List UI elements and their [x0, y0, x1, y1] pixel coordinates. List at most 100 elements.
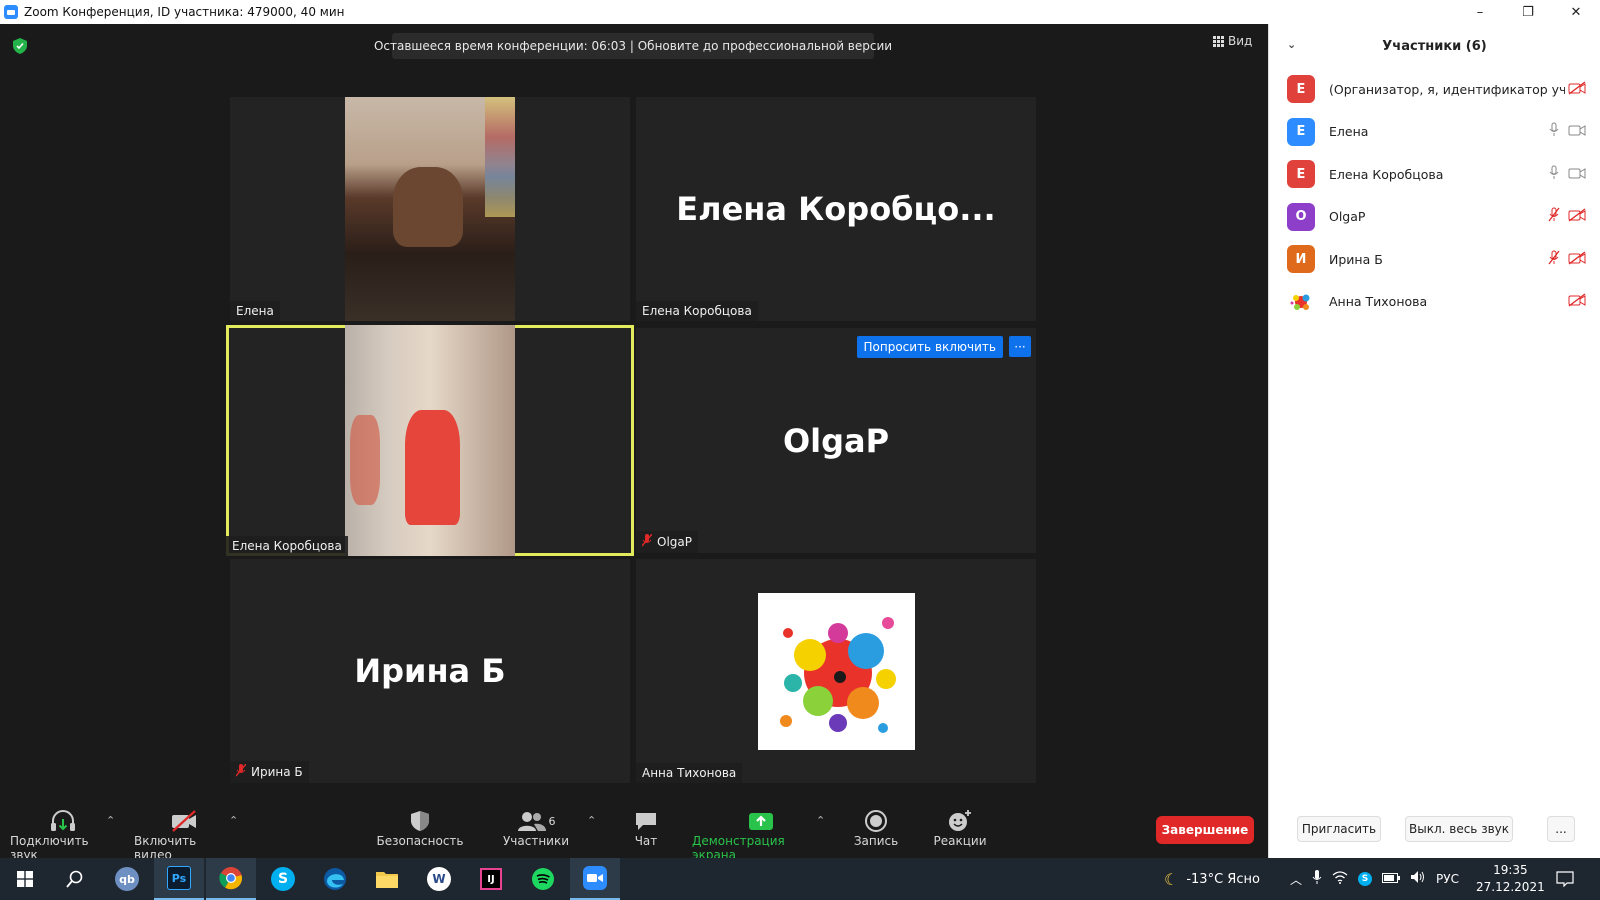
participants-panel: ⌄ Участники (6) Е (Организатор, я, идент…	[1268, 24, 1600, 858]
panel-more-button[interactable]: ...	[1547, 816, 1575, 842]
security-button[interactable]: Безопасность	[376, 808, 464, 848]
end-meeting-button[interactable]: Завершение	[1156, 816, 1254, 844]
weather-text: -13°C Ясно	[1186, 871, 1260, 887]
smiley-plus-icon	[947, 808, 973, 834]
window-controls: – ❐ ✕	[1456, 0, 1600, 24]
tray-overflow-chevron-icon[interactable]: ︿	[1290, 871, 1302, 888]
qbittorrent-icon[interactable]: qb	[102, 858, 152, 900]
video-tile-elena-korobtsova-active[interactable]: Елена Коробцова	[226, 325, 634, 556]
chat-bubble-icon	[634, 808, 658, 834]
video-off-icon	[170, 808, 198, 834]
video-tile-irina[interactable]: Ирина Б Ирина Б	[230, 559, 630, 783]
photoshop-icon[interactable]: Ps	[154, 858, 204, 900]
avatar	[1287, 287, 1315, 316]
chrome-icon[interactable]	[206, 858, 256, 900]
video-off-icon	[1568, 292, 1586, 311]
microphone-tray-icon[interactable]	[1312, 869, 1322, 889]
participant-status-icons	[1548, 153, 1586, 195]
participant-name: Елена	[1329, 124, 1369, 140]
skype-tray-icon[interactable]: S	[1358, 872, 1373, 886]
tile-name-text: Елена Коробцова	[232, 539, 342, 553]
participant-row[interactable]: Анна Тихонова	[1269, 281, 1600, 324]
participant-row[interactable]: Е (Организатор, я, идентификатор участни…	[1269, 68, 1600, 111]
participant-name: (Организатор, я, идентификатор участника…	[1329, 81, 1565, 97]
participant-row[interactable]: O OlgaP	[1269, 196, 1600, 239]
reactions-button[interactable]: Реакции	[930, 808, 990, 848]
participant-row[interactable]: Е Елена Коробцова	[1269, 153, 1600, 196]
participant-video	[345, 97, 515, 321]
participant-status-icons	[1548, 196, 1586, 238]
file-explorer-icon[interactable]	[362, 858, 412, 900]
view-button[interactable]: Вид	[1213, 34, 1252, 48]
participants-options-caret[interactable]: ⌃	[587, 814, 596, 827]
notifications-icon[interactable]	[1556, 858, 1574, 900]
video-tile-olgap[interactable]: Попросить включить ··· OlgaP OlgaP	[636, 328, 1036, 553]
chat-button[interactable]: Чат	[626, 808, 666, 848]
tile-name-text: OlgaP	[657, 535, 692, 549]
collapse-chevron-icon[interactable]: ⌄	[1287, 38, 1296, 51]
close-button[interactable]: ✕	[1552, 0, 1600, 24]
tile-more-button[interactable]: ···	[1009, 336, 1031, 357]
volume-icon[interactable]	[1410, 870, 1426, 888]
encryption-shield-icon[interactable]	[13, 38, 27, 58]
participants-count: 6	[548, 814, 556, 828]
tile-name-text: Елена Коробцова	[642, 304, 752, 318]
share-screen-button[interactable]: Демонстрация экрана	[692, 808, 830, 862]
ask-to-unmute-button[interactable]: Попросить включить	[856, 336, 1003, 358]
tile-name-text: Ирина Б	[251, 765, 303, 779]
windows-start-icon[interactable]	[0, 858, 50, 900]
record-button[interactable]: Запись	[848, 808, 904, 848]
battery-icon[interactable]	[1382, 872, 1401, 887]
weather-widget[interactable]: ☾ -13°C Ясно	[1164, 858, 1260, 900]
panel-header: ⌄ Участники (6)	[1269, 24, 1600, 68]
security-label: Безопасность	[376, 834, 464, 848]
participant-status-icons	[1568, 68, 1586, 110]
zoom-taskbar-icon[interactable]	[570, 858, 620, 900]
participants-button[interactable]: 6 Участники	[500, 808, 572, 848]
chat-label: Чат	[634, 834, 658, 848]
video-tile-elena[interactable]: Елена	[230, 97, 630, 321]
avatar: Е	[1287, 75, 1315, 104]
skype-icon[interactable]: S	[258, 858, 308, 900]
edge-icon[interactable]	[310, 858, 360, 900]
invite-button[interactable]: Пригласить	[1297, 816, 1381, 842]
avatar: И	[1287, 245, 1315, 274]
share-options-caret[interactable]: ⌃	[816, 814, 825, 827]
tile-big-name: Елена Коробцо...	[676, 190, 996, 228]
wifi-icon[interactable]	[1332, 870, 1348, 888]
search-icon[interactable]	[50, 858, 100, 900]
participant-status-icons	[1568, 281, 1586, 323]
language-indicator[interactable]: РУС	[1436, 872, 1459, 886]
participant-row[interactable]: Е Елена	[1269, 111, 1600, 154]
spotify-icon[interactable]	[518, 858, 568, 900]
tile-name-label: Ирина Б	[230, 761, 309, 783]
profile-picture	[758, 593, 915, 750]
video-tile-anna[interactable]: Анна Тихонова	[636, 559, 1036, 783]
grid-view-icon	[1213, 35, 1224, 47]
wps-office-icon[interactable]: W	[414, 858, 464, 900]
video-off-icon	[1568, 207, 1586, 226]
intellij-icon[interactable]: IJ	[466, 858, 516, 900]
maximize-button[interactable]: ❐	[1504, 0, 1552, 24]
muted-mic-icon	[641, 533, 653, 550]
tile-big-name: OlgaP	[782, 421, 890, 460]
start-video-button[interactable]: Включить видео	[134, 808, 234, 862]
view-label: Вид	[1228, 34, 1253, 48]
participant-status-icons	[1548, 111, 1586, 153]
minimize-button[interactable]: –	[1456, 0, 1504, 24]
video-tile-elena-korobtsova-name[interactable]: Елена Коробцо... Елена Коробцова	[636, 97, 1036, 321]
time-remaining-banner[interactable]: Оставшееся время конференции: 06:03 | Об…	[374, 33, 892, 59]
audio-options-caret[interactable]: ⌃	[106, 814, 115, 827]
join-audio-button[interactable]: Подключить звук	[10, 808, 116, 862]
participant-name: OlgaP	[1329, 209, 1366, 225]
participant-row[interactable]: И Ирина Б	[1269, 238, 1600, 281]
title-bar: Zoom Конференция, ID участника: 479000, …	[0, 0, 1600, 24]
participant-video	[345, 325, 515, 556]
mute-all-button[interactable]: Выкл. весь звук	[1405, 816, 1513, 842]
clock[interactable]: 19:35 27.12.2021	[1476, 858, 1545, 900]
avatar: Е	[1287, 160, 1315, 189]
mic-on-icon	[1548, 165, 1560, 184]
tile-name-text: Анна Тихонова	[642, 766, 737, 780]
video-options-caret[interactable]: ⌃	[229, 814, 238, 827]
zoom-app-icon	[4, 5, 18, 19]
